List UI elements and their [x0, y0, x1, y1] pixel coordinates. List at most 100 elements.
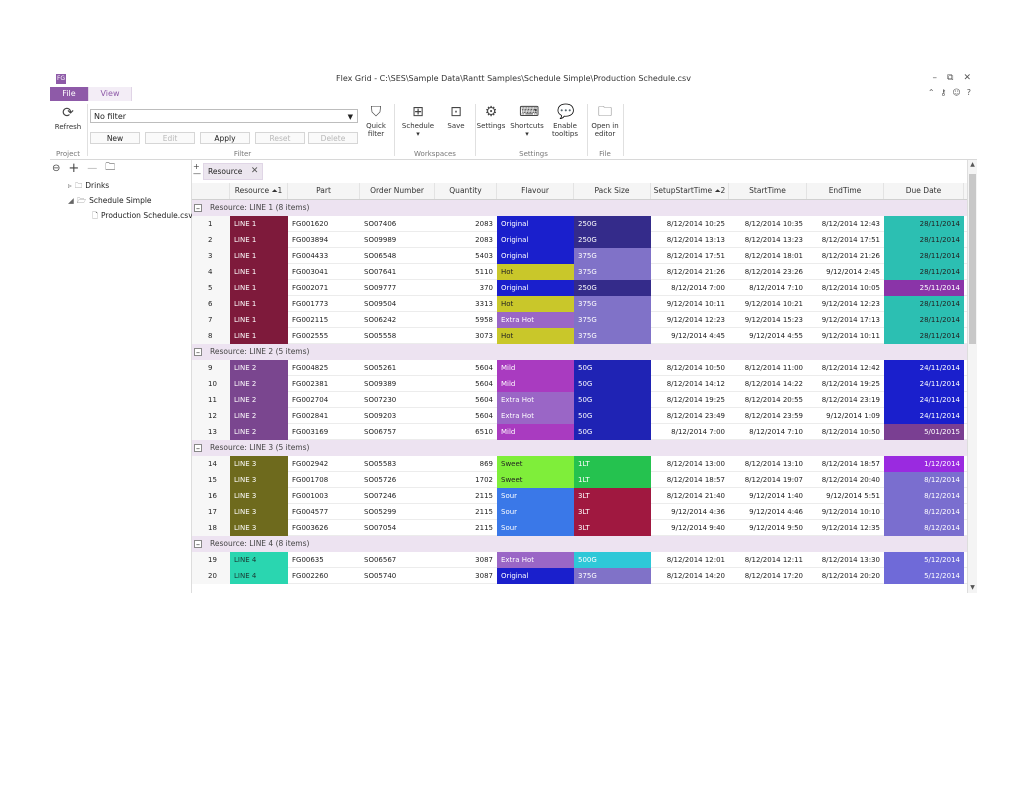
table-row[interactable]: 19 LINE 4 FG00635 SO06567 3087 Extra Hot 500G 8…	[192, 552, 967, 568]
cell-start-time[interactable]: 8/12/2014 23:59	[729, 408, 807, 424]
column-header-order-number[interactable]: Order Number	[360, 183, 435, 199]
cell-start-time[interactable]: 9/12/2014 4:46	[729, 504, 807, 520]
cell-end-time[interactable]: 8/12/2014 23:19	[807, 392, 884, 408]
collapse-arrow-icon[interactable]: ◢	[68, 196, 74, 205]
table-row[interactable]: 5 LINE 1 FG002071 SO09777 370 Original 250G 8/1…	[192, 280, 967, 296]
cell-order-number[interactable]: SO09989	[360, 232, 435, 248]
table-row[interactable]: 3 LINE 1 FG004433 SO06548 5403 Original 375G 8/…	[192, 248, 967, 264]
cell-setup-start-time[interactable]: 8/12/2014 12:01	[651, 552, 729, 568]
cell-quantity[interactable]: 5604	[435, 392, 497, 408]
cell-part[interactable]: FG002704	[288, 392, 360, 408]
group-row[interactable]: – Resource: LINE 1 (8 items)	[192, 200, 967, 216]
table-row[interactable]: 14 LINE 3 FG002942 SO05583 869 Sweet 1LT 8/12/2…	[192, 456, 967, 472]
cell-quantity[interactable]: 5604	[435, 408, 497, 424]
help-icon[interactable]: ?	[967, 88, 971, 97]
cell-start-time[interactable]: 8/12/2014 12:11	[729, 552, 807, 568]
cell-pack-size[interactable]: 1LT	[574, 472, 651, 488]
cell-order-number[interactable]: SO05583	[360, 456, 435, 472]
cell-end-time[interactable]: 9/12/2014 10:11	[807, 328, 884, 344]
cell-resource[interactable]: LINE 3	[230, 520, 288, 536]
cell-part[interactable]: FG002071	[288, 280, 360, 296]
cell-due-date[interactable]: 24/11/2014	[884, 408, 964, 424]
cell-setup-start-time[interactable]: 9/12/2014 4:45	[651, 328, 729, 344]
cell-settings[interactable]: 8	[192, 328, 230, 344]
cell-start-time[interactable]: 9/12/2014 10:21	[729, 296, 807, 312]
cell-due-date[interactable]: 1/12/2014	[884, 456, 964, 472]
cell-order-number[interactable]: SO07054	[360, 520, 435, 536]
cell-end-time[interactable]: 8/12/2014 20:20	[807, 568, 884, 584]
cell-due-date[interactable]: 28/11/2014	[884, 216, 964, 232]
column-header-setup-start-time[interactable]: SetupStartTime ⏶2	[651, 183, 729, 199]
cell-setup-start-time[interactable]: 8/12/2014 13:00	[651, 456, 729, 472]
cell-settings[interactable]: 2	[192, 232, 230, 248]
cell-end-time[interactable]: 8/12/2014 12:42	[807, 360, 884, 376]
save-button[interactable]: ⊡ Save	[441, 104, 471, 130]
cell-start-time[interactable]: 8/12/2014 10:35	[729, 216, 807, 232]
cell-resource[interactable]: LINE 3	[230, 472, 288, 488]
cell-quantity[interactable]: 869	[435, 456, 497, 472]
cell-settings[interactable]: 17	[192, 504, 230, 520]
cell-end-time[interactable]: 8/12/2014 20:40	[807, 472, 884, 488]
cell-order-number[interactable]: SO06242	[360, 312, 435, 328]
cell-pack-size[interactable]: 3LT	[574, 488, 651, 504]
cell-part[interactable]: FG002115	[288, 312, 360, 328]
cell-resource[interactable]: LINE 1	[230, 264, 288, 280]
cell-order-number[interactable]: SO06548	[360, 248, 435, 264]
cell-start-time[interactable]: 8/12/2014 23:26	[729, 264, 807, 280]
cell-quantity[interactable]: 5604	[435, 376, 497, 392]
cell-due-date[interactable]: 28/11/2014	[884, 248, 964, 264]
cell-start-time[interactable]: 9/12/2014 9:50	[729, 520, 807, 536]
cell-settings[interactable]: 13	[192, 424, 230, 440]
cell-quantity[interactable]: 2083	[435, 216, 497, 232]
back-icon[interactable]: ⊖	[52, 163, 60, 174]
cell-part[interactable]: FG002555	[288, 328, 360, 344]
cell-pack-size[interactable]: 1LT	[574, 456, 651, 472]
cell-end-time[interactable]: 9/12/2014 12:23	[807, 296, 884, 312]
cell-resource[interactable]: LINE 2	[230, 424, 288, 440]
cell-setup-start-time[interactable]: 8/12/2014 14:12	[651, 376, 729, 392]
table-row[interactable]: 17 LINE 3 FG004577 SO05299 2115 Sour 3LT 9/12/2…	[192, 504, 967, 520]
cell-resource[interactable]: LINE 1	[230, 280, 288, 296]
cell-settings[interactable]: 11	[192, 392, 230, 408]
cell-flavour[interactable]: Sour	[497, 504, 574, 520]
cell-start-time[interactable]: 8/12/2014 17:20	[729, 568, 807, 584]
cell-settings[interactable]: 3	[192, 248, 230, 264]
cell-pack-size[interactable]: 375G	[574, 296, 651, 312]
cell-flavour[interactable]: Original	[497, 568, 574, 584]
cell-resource[interactable]: LINE 1	[230, 216, 288, 232]
cell-start-time[interactable]: 8/12/2014 11:00	[729, 360, 807, 376]
cell-quantity[interactable]: 5958	[435, 312, 497, 328]
cell-resource[interactable]: LINE 3	[230, 504, 288, 520]
cell-part[interactable]: FG003041	[288, 264, 360, 280]
column-chooser-gear-icon[interactable]	[192, 183, 230, 199]
cell-pack-size[interactable]: 375G	[574, 264, 651, 280]
cell-quantity[interactable]: 370	[435, 280, 497, 296]
cell-order-number[interactable]: SO06567	[360, 552, 435, 568]
cell-quantity[interactable]: 3087	[435, 568, 497, 584]
restore-button[interactable]: ⧉	[947, 73, 953, 83]
cell-flavour[interactable]: Sour	[497, 520, 574, 536]
cell-settings[interactable]: 1	[192, 216, 230, 232]
cell-order-number[interactable]: SO05299	[360, 504, 435, 520]
cell-setup-start-time[interactable]: 8/12/2014 21:26	[651, 264, 729, 280]
cell-order-number[interactable]: SO06757	[360, 424, 435, 440]
column-header-end-time[interactable]: EndTime	[807, 183, 884, 199]
open-in-editor-button[interactable]: 🗀 Open in editor	[588, 104, 622, 138]
table-row[interactable]: 12 LINE 2 FG002841 SO09203 5604 Extra Hot 50G 8…	[192, 408, 967, 424]
cell-start-time[interactable]: 8/12/2014 14:22	[729, 376, 807, 392]
cell-quantity[interactable]: 1702	[435, 472, 497, 488]
cell-setup-start-time[interactable]: 9/12/2014 10:11	[651, 296, 729, 312]
table-row[interactable]: 13 LINE 2 FG003169 SO06757 6510 Mild 50G 8/12/2…	[192, 424, 967, 440]
cell-end-time[interactable]: 8/12/2014 12:43	[807, 216, 884, 232]
cell-due-date[interactable]: 8/12/2014	[884, 488, 964, 504]
cell-end-time[interactable]: 9/12/2014 17:13	[807, 312, 884, 328]
group-chip-resource[interactable]: Resource ✕	[203, 163, 264, 180]
cell-resource[interactable]: LINE 3	[230, 456, 288, 472]
cell-resource[interactable]: LINE 2	[230, 376, 288, 392]
cell-part[interactable]: FG004825	[288, 360, 360, 376]
cell-setup-start-time[interactable]: 8/12/2014 13:13	[651, 232, 729, 248]
cell-quantity[interactable]: 3087	[435, 552, 497, 568]
tab-view[interactable]: View	[88, 87, 132, 101]
cell-order-number[interactable]: SO05740	[360, 568, 435, 584]
group-row[interactable]: – Resource: LINE 2 (5 items)	[192, 344, 967, 360]
